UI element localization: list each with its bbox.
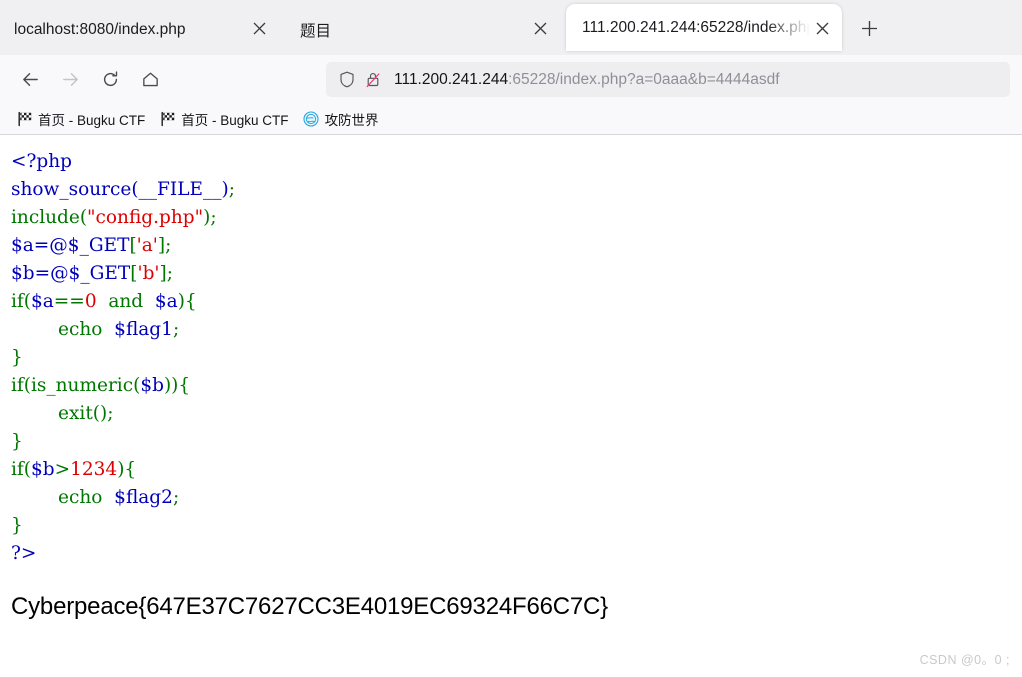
bookmark-label: 首页 - Bugku CTF [181,113,289,128]
code-token: ]; [159,263,173,284]
code-token: ?> [11,543,37,564]
code-token: 'b' [137,263,160,284]
code-token: $a [30,291,54,312]
code-line: if(is_numeric($b)){ [11,372,235,400]
bookmark-bugku-1[interactable]: 首页 - Bugku CTF [10,107,151,131]
tab-title: localhost:8080/index.php [14,21,186,38]
code-token: "config.php" [87,207,204,228]
code-line: ?> [11,540,235,568]
code-line: if($b>1234){ [11,456,235,484]
code-token: $b [140,375,164,396]
code-line: $b=@$_GET['b']; [11,260,235,288]
code-token: ]; [157,235,172,256]
code-token: } [11,515,23,536]
code-token: > [54,459,71,480]
code-token: ; [172,487,180,508]
code-line: } [11,512,235,540]
php-source-listing: <?php show_source(__FILE__); include("conf… [11,148,235,568]
code-token: (__FILE__) [131,179,229,200]
tab-timu[interactable]: 题目 [286,7,526,53]
code-line: } [11,428,235,456]
code-token: if( [11,291,31,312]
code-token: ); [203,207,217,228]
code-token: if(is_numeric( [11,375,141,396]
code-line: exit(); [11,400,235,428]
tab-strip: localhost:8080/index.php 题目 111.200.241.… [0,0,1022,55]
code-token: } [11,431,23,452]
plus-icon[interactable] [855,14,883,42]
code-token: ; [172,319,180,340]
home-icon[interactable] [132,62,168,98]
code-token: $b [30,459,55,480]
code-token: $flag2 [114,487,173,508]
code-token: $a=@$_GET [11,235,130,256]
code-token: $b=@$_GET [11,263,131,284]
forward-arrow-icon[interactable] [52,62,88,98]
tab-localhost[interactable]: localhost:8080/index.php [0,7,240,53]
checkered-flag-icon [16,111,33,128]
code-line: $a=@$_GET['a']; [11,232,235,260]
url-text: 111.200.241.244:65228/index.php?a=0aaa&b… [394,71,780,89]
tab-title: 111.200.241.244:65228/index.php [582,18,810,36]
code-token: if( [11,459,31,480]
code-token: ){ [177,291,197,312]
tab-close-button-1[interactable] [245,14,273,42]
code-line: show_source(__FILE__); [11,176,235,204]
code-token: )){ [163,375,191,396]
bookmarks-bar: 首页 - Bugku CTF 首页 - Bugku CTF 攻防世界 [0,104,1022,135]
code-token: echo [11,319,115,340]
code-token: include [11,207,80,228]
browser-window: localhost:8080/index.php 题目 111.200.241.… [0,0,1022,677]
code-token: ; [228,179,235,200]
url-host: 111.200.241.244 [394,70,509,88]
code-token: 1234 [70,459,118,480]
navigation-toolbar: 111.200.241.244:65228/index.php?a=0aaa&b… [0,55,1022,104]
page-content: <?php show_source(__FILE__); include("conf… [0,135,1022,676]
padlock-crossed-icon[interactable] [362,69,384,91]
bookmark-bugku-2[interactable]: 首页 - Bugku CTF [153,107,294,131]
code-line: echo $flag1; [11,316,235,344]
checkered-flag-icon [159,111,176,128]
globe-blue-icon [303,111,320,128]
code-line: echo $flag2; [11,484,235,512]
code-token: } [11,347,23,368]
code-token: 'a' [136,235,158,256]
url-bar[interactable]: 111.200.241.244:65228/index.php?a=0aaa&b… [326,62,1010,97]
code-token: $a [154,291,178,312]
bookmark-gongfangshijie[interactable]: 攻防世界 [297,107,385,131]
code-token: and [96,291,155,312]
shield-icon[interactable] [336,69,358,91]
code-token: ( [79,207,88,228]
code-token: show_source [11,179,132,200]
flag-output: Cyberpeace{647E37C7627CC3E4019EC69324F66… [11,593,608,620]
code-token: exit(); [11,403,114,424]
code-line: <?php [11,148,235,176]
tab-title: 题目 [300,23,332,40]
bookmark-label: 攻防世界 [324,113,379,128]
csdn-watermark: CSDN @0。0 ; [919,653,1010,667]
code-token: [ [129,235,137,256]
reload-icon[interactable] [92,62,128,98]
code-token: echo [11,487,115,508]
code-token: 0 [84,291,97,312]
code-token: $flag1 [114,319,173,340]
code-token: <?php [11,151,73,172]
code-token: == [53,291,85,312]
tab-close-button-3[interactable] [808,14,836,42]
url-path: :65228/index.php?a=0aaa&b=4444asdf [508,70,780,88]
tab-active-target[interactable]: 111.200.241.244:65228/index.php [566,4,842,51]
tab-close-button-2[interactable] [526,14,554,42]
code-token: ){ [117,459,137,480]
back-arrow-icon[interactable] [12,62,48,98]
code-line: } [11,344,235,372]
code-line: include("config.php"); [11,204,235,232]
code-line: if($a==0 and $a){ [11,288,235,316]
bookmark-label: 首页 - Bugku CTF [38,113,146,128]
